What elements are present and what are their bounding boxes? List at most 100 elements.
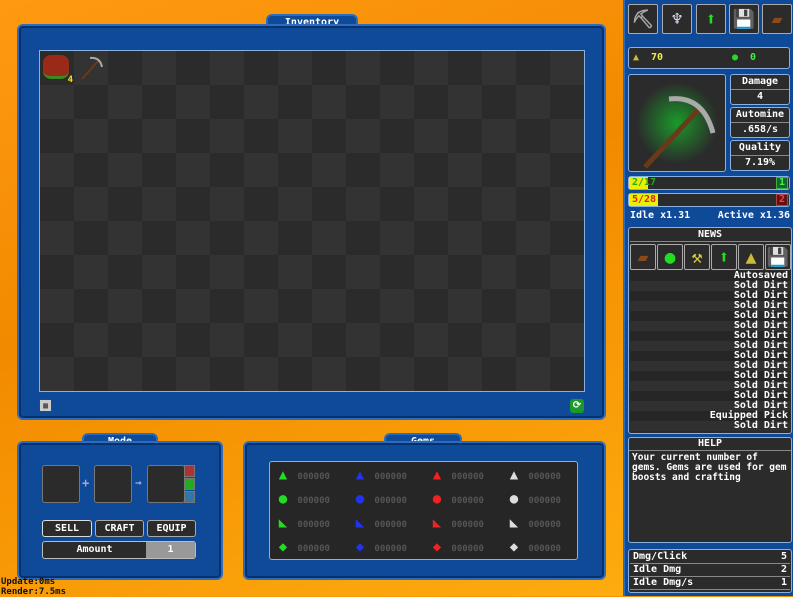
equip-button[interactable]: EQUIP <box>147 520 196 537</box>
gem-counter: ▲ 000000 <box>351 466 431 484</box>
arrow-right-icon: → <box>135 476 142 489</box>
gem-count: 000000 <box>528 544 561 554</box>
stat-row: Dmg/Click 5 <box>630 551 790 564</box>
news-filter-gold[interactable]: ▲ <box>738 244 764 270</box>
gem-counter: ◆ 000000 <box>274 538 354 556</box>
news-filter-upgrade[interactable]: ⬆ <box>711 244 737 270</box>
gem-counter: ▲ 000000 <box>428 466 508 484</box>
idle-multiplier: Idle x1.31 <box>630 210 691 221</box>
gem-counter: ◣ 000000 <box>351 514 431 532</box>
xp-level: 1 <box>775 177 788 189</box>
gem-icon: ● <box>432 491 442 507</box>
stat-value: 5 <box>780 551 787 562</box>
gem-icon: ▲ <box>509 467 519 483</box>
help-text: Your current number of gems. Gems are us… <box>632 452 787 483</box>
gem-counter: ● 000000 <box>505 490 585 508</box>
gem-counter: ▲ 000000 <box>505 466 585 484</box>
help-title: HELP <box>629 438 791 451</box>
gem-count: 000000 <box>297 496 330 506</box>
help-panel: HELP Your current number of gems. Gems a… <box>628 437 792 543</box>
stat-label: Idle Dmg <box>633 564 682 575</box>
news-item: Sold Dirt <box>630 421 790 431</box>
gem-count: 000000 <box>451 544 484 554</box>
amount-field[interactable]: Amount 1 <box>42 541 196 559</box>
stat-value: 1 <box>780 577 787 588</box>
save-button[interactable]: 💾 <box>729 4 759 34</box>
gem-icon: ▲ <box>432 467 442 483</box>
stat-row: Idle Dmg 2 <box>630 564 790 577</box>
damage-stat: Damage 4 <box>730 74 790 105</box>
automine-value: .658/s <box>741 124 779 135</box>
chest-button[interactable]: ▰ <box>762 4 792 34</box>
gem-icon: ◆ <box>278 539 288 555</box>
gem-counter: ◣ 000000 <box>274 514 354 532</box>
gem-count: 000000 <box>528 496 561 506</box>
craft-input-slot-1[interactable] <box>42 465 80 503</box>
sell-button[interactable]: SELL <box>42 520 92 537</box>
craft-input-slot-2[interactable] <box>94 465 132 503</box>
pick-green-icon[interactable] <box>184 478 195 490</box>
gem-count: 000000 <box>374 520 407 530</box>
gem-counter: ● 000000 <box>274 490 354 508</box>
news-list[interactable]: Autosaved Sold Dirt Sold Dirt Sold Dirt Sold… <box>630 271 790 433</box>
calculator-icon[interactable]: ▦ <box>39 399 52 412</box>
gem-count: 000000 <box>374 472 407 482</box>
amount-value[interactable]: 1 <box>146 542 195 558</box>
quality-label: Quality <box>731 141 789 156</box>
quality-value: 7.19% <box>744 157 776 168</box>
equipped-pickaxe-display[interactable] <box>628 74 726 172</box>
pickaxe-menu-button[interactable]: ⛏ <box>628 4 658 34</box>
angel-wings-button[interactable]: ♆ <box>662 4 692 34</box>
pickaxe-icon <box>81 56 103 80</box>
gem-count: 000000 <box>528 520 561 530</box>
gem-count: 000000 <box>297 544 330 554</box>
gem-icon: ● <box>732 52 739 63</box>
currency-bar: ▲ 70 ● 0 <box>628 47 790 69</box>
item-count: 4 <box>67 75 73 85</box>
pick-blue-icon[interactable] <box>184 491 195 503</box>
debug-update: Update:0ms <box>1 577 56 587</box>
gem-icon: ● <box>278 491 288 507</box>
craft-output-slot[interactable] <box>147 465 185 503</box>
gem-icon: ◆ <box>509 539 519 555</box>
upgrade-arrow-button[interactable]: ⬆ <box>696 4 726 34</box>
news-filter-hammer[interactable]: ⚒ <box>684 244 710 270</box>
automine-stat: Automine .658/s <box>730 107 790 138</box>
gem-counter: ◆ 000000 <box>351 538 431 556</box>
gem-icon: ◣ <box>432 515 442 531</box>
damage-label: Damage <box>731 75 789 90</box>
quality-stat: Quality 7.19% <box>730 140 790 171</box>
inventory-slot-pickaxe[interactable] <box>74 51 108 85</box>
gem-counter: ◆ 000000 <box>505 538 585 556</box>
gold-icon: ▲ <box>633 52 640 63</box>
gem-icon: ◆ <box>432 539 442 555</box>
pick-red-icon[interactable] <box>184 465 195 477</box>
gem-count: 000000 <box>374 496 407 506</box>
inventory-grid[interactable]: 4 <box>39 50 585 392</box>
amount-label: Amount <box>76 544 113 555</box>
news-filter-chest[interactable]: ▰ <box>630 244 656 270</box>
refresh-icon[interactable]: ⟳ <box>570 399 584 413</box>
gem-icon: ◆ <box>355 539 365 555</box>
inventory-slot-dirt[interactable]: 4 <box>40 51 74 85</box>
gem-count: 000000 <box>451 520 484 530</box>
mode-panel <box>17 441 223 580</box>
gem-counter: ▲ 000000 <box>274 466 354 484</box>
stat-label: Dmg/Click <box>633 551 688 562</box>
gem-icon: ▲ <box>355 467 365 483</box>
gem-icon: ● <box>509 491 519 507</box>
gem-icon: ◣ <box>355 515 365 531</box>
gem-icon: ◣ <box>278 515 288 531</box>
gem-count: 000000 <box>297 520 330 530</box>
equipped-pickaxe-icon <box>643 96 716 169</box>
gem-count: 000000 <box>451 472 484 482</box>
gem-count: 000000 <box>528 472 561 482</box>
craft-button[interactable]: CRAFT <box>95 520 144 537</box>
news-filter-save[interactable]: 💾 <box>765 244 791 270</box>
gem-icon: ◣ <box>509 515 519 531</box>
news-filter-gem[interactable]: ● <box>657 244 683 270</box>
gem-counter: ◣ 000000 <box>505 514 585 532</box>
stat-label: Idle Dmg/s <box>633 577 694 588</box>
hp-bar: 5/28 2 <box>628 193 790 207</box>
gem-counter: ● 000000 <box>351 490 431 508</box>
